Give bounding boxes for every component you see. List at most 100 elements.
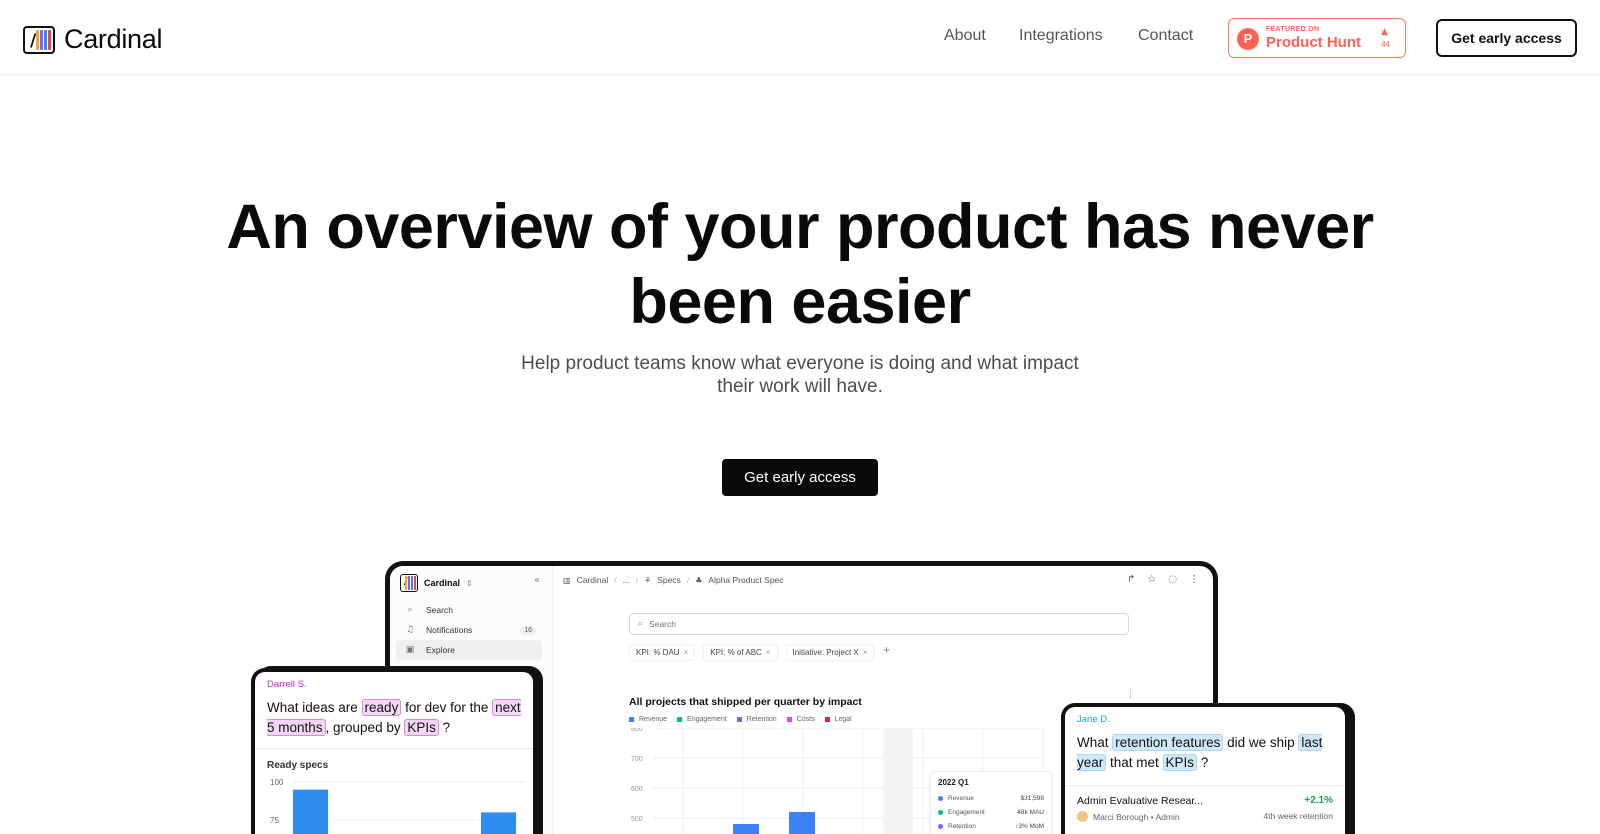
tooltip-value: ↑3% MoM <box>1015 822 1044 830</box>
sidebar-item-notifications[interactable]: ♫ Notifications 16 <box>396 620 542 640</box>
workspace-switcher[interactable]: / Cardinal ⇕ <box>400 574 473 592</box>
query-text-part: ? <box>438 720 451 735</box>
legend-item-revenue[interactable]: Revenue <box>629 716 667 723</box>
logo-bar-1 <box>36 29 39 50</box>
logo-bar-3 <box>44 29 47 50</box>
brand-logo[interactable]: / Cardinal <box>23 24 162 55</box>
nav-link-integrations[interactable]: Integrations <box>1019 27 1103 45</box>
query-text-part: What <box>1077 735 1113 750</box>
more-options-icon[interactable]: ⋮ <box>1189 574 1199 585</box>
query-text-part: What ideas are <box>267 700 362 715</box>
close-icon[interactable]: × <box>766 648 771 657</box>
breadcrumb-item[interactable]: ... <box>623 575 630 585</box>
product-hunt-featured-label: FEATURED ON <box>1266 26 1320 33</box>
query-card-left: Darrell S. What ideas are ready for dev … <box>251 668 537 834</box>
legend-item-legal[interactable]: Legal <box>824 716 852 723</box>
filter-chip[interactable]: KPI: % of ABC × <box>703 644 778 661</box>
query-card-right: Jane D. What retention features did we s… <box>1061 703 1349 834</box>
sidebar-item-search[interactable]: ⌕ Search <box>396 600 542 620</box>
query-text-part: that met <box>1106 755 1163 770</box>
legend-item-retention[interactable]: Retention <box>736 716 777 723</box>
filter-chip-label: KPI: % of ABC <box>710 648 762 657</box>
hero-get-early-access-button[interactable]: Get early access <box>722 459 878 496</box>
query-text-part: for dev for the <box>401 700 493 715</box>
tooltip-dot <box>938 795 943 801</box>
legend-item-costs[interactable]: Costs <box>786 716 815 723</box>
workspace-name: Cardinal <box>424 578 461 588</box>
divider <box>1065 785 1345 786</box>
sidebar-item-label: Explore <box>426 645 455 655</box>
tooltip-row: Revenue $31,598 <box>938 791 1044 805</box>
top-navigation-bar: / Cardinal About Integrations Contact P … <box>0 0 1600 75</box>
product-hunt-badge[interactable]: P FEATURED ON Product Hunt ▲ 44 <box>1228 18 1406 58</box>
legend-label: Costs <box>796 716 815 723</box>
comment-icon[interactable]: ◌ <box>1168 574 1177 585</box>
breadcrumb: ▥ Cardinal / ... / ⚘ Specs / ♣ Alpha Pro… <box>563 575 784 585</box>
result-delta: +2.1% <box>1304 795 1333 806</box>
hover-column <box>883 728 913 834</box>
upvote-count: 44 <box>1381 40 1390 49</box>
query-highlight[interactable]: KPIs <box>1162 754 1198 771</box>
chart-title: Ready specs <box>267 760 329 771</box>
result-title[interactable]: Admin Evaluative Resear... <box>1077 795 1203 807</box>
cardinal-logo-icon: / <box>23 25 55 54</box>
legend-swatch <box>736 717 742 722</box>
asker-name: Darrell S. <box>267 679 307 690</box>
search-icon: ⌕ <box>638 619 644 629</box>
legend-swatch <box>824 717 830 722</box>
search-field[interactable]: ⌕ <box>629 613 1129 635</box>
result-owner: Marci Borough • Admin <box>1077 811 1180 822</box>
filter-chip[interactable]: Initiative: Project X × <box>785 644 875 661</box>
legend-label: Legal <box>834 716 852 723</box>
query-text: What retention features did we ship last… <box>1077 733 1337 773</box>
breadcrumb-separator: / <box>635 575 639 585</box>
search-icon: ⌕ <box>407 605 413 615</box>
breadcrumb-item[interactable]: Cardinal <box>577 575 609 585</box>
avatar <box>1077 811 1088 822</box>
filter-chips: KPI: % DAU × KPI: % of ABC × Initiative: P… <box>629 644 891 661</box>
hero-subtitle: Help product teams know what everyone is… <box>521 353 1079 397</box>
chart-title: All projects that shipped per quarter by… <box>629 696 862 708</box>
collapse-sidebar-icon[interactable]: « <box>534 575 540 586</box>
legend-swatch <box>629 717 634 722</box>
filter-chip[interactable]: KPI: % DAU × <box>629 644 696 661</box>
query-text-part: ? <box>1197 755 1209 770</box>
breadcrumb-item[interactable]: Specs <box>657 575 681 585</box>
breadcrumb-separator: / <box>686 575 690 585</box>
bell-icon: ♫ <box>405 625 415 635</box>
y-tick-label: 800 <box>631 728 643 733</box>
close-icon[interactable]: × <box>863 648 868 657</box>
logo-bar-3 <box>411 576 413 590</box>
divider <box>255 748 533 749</box>
tooltip-row: Engagement 48k MAU <box>938 805 1044 819</box>
query-text-part: did we ship <box>1223 735 1299 750</box>
share-icon[interactable]: ↱ <box>1127 574 1135 585</box>
tooltip-title: 2022 Q1 <box>938 778 969 787</box>
query-highlight[interactable]: KPIs <box>404 719 439 736</box>
search-input[interactable] <box>649 619 1050 629</box>
logo-bar-1 <box>405 576 407 590</box>
close-icon[interactable]: × <box>684 648 689 657</box>
breadcrumb-item[interactable]: Alpha Product Spec <box>708 575 783 585</box>
legend-item-engagement[interactable]: Engagement <box>677 716 727 723</box>
query-highlight[interactable]: ready <box>361 699 402 716</box>
header-get-early-access-button[interactable]: Get early access <box>1436 19 1577 57</box>
brand-name: Cardinal <box>64 24 163 54</box>
tooltip-row: Retention ↑3% MoM <box>938 819 1044 833</box>
spec-icon: ♣ <box>695 575 703 585</box>
add-filter-icon[interactable]: + <box>882 644 890 661</box>
result-metric: 4th week retention <box>1263 811 1333 821</box>
filter-chip-label: KPI: % DAU <box>636 648 680 657</box>
ready-specs-chart: 100 75 <box>270 778 525 834</box>
logo-bar-4 <box>48 29 51 50</box>
upvote-arrow-icon: ▲ <box>1381 27 1388 37</box>
nav-link-about[interactable]: About <box>944 27 986 45</box>
more-options-icon[interactable]: ⋮ <box>1126 690 1135 700</box>
chart-tooltip: 2022 Q1 Revenue $31,598 Engagement 48k MAU… <box>930 771 1052 834</box>
y-tick-label: 500 <box>631 816 643 823</box>
nav-link-contact[interactable]: Contact <box>1138 27 1193 45</box>
query-highlight[interactable]: retention features <box>1112 734 1224 751</box>
sidebar-item-explore[interactable]: ▣ Explore <box>396 640 542 660</box>
star-icon[interactable]: ☆ <box>1147 574 1156 585</box>
legend-swatch <box>786 717 792 722</box>
